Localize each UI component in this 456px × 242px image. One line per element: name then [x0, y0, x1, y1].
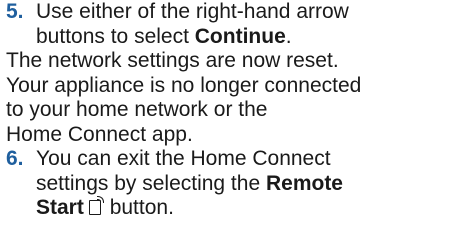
step-6: 6. You can exit the Home Connect setting… [6, 147, 456, 221]
remote-start-label: Remote [265, 171, 343, 195]
paragraph-line-2: Your appliance is no longer connected [6, 73, 362, 97]
remote-start-icon [88, 196, 104, 215]
step-text: settings by selecting the [36, 171, 266, 195]
step-text: buttons to select [36, 24, 195, 48]
step-5: 5. Use either of the right-hand arrow bu… [6, 0, 456, 49]
step-6-line-3: Start button. [36, 196, 456, 221]
remote-start-label: Start [36, 196, 84, 219]
step-text: . [285, 24, 292, 48]
paragraph-line-4: Home Connect app. [6, 122, 193, 146]
step-number: 5. [6, 0, 24, 23]
step-6-line-2: settings by selecting the Remote [36, 172, 456, 197]
reset-info-paragraph: The network settings are now reset. Your… [6, 49, 456, 147]
step-6-line-1: You can exit the Home Connect [36, 147, 456, 172]
step-number: 6. [6, 147, 24, 170]
paragraph-line-3: to your home network or the [6, 98, 268, 121]
continue-label: Continue [194, 24, 286, 48]
step-text: You can exit the Home Connect [36, 147, 331, 170]
instruction-document: 5. Use either of the right-hand arrow bu… [6, 0, 456, 221]
paragraph-line-1: The network settings are now reset. [6, 49, 339, 72]
step-5-line-2: buttons to select Continue. [36, 25, 456, 50]
step-text: button. [103, 196, 174, 219]
step-text: Use either of the right-hand arrow [36, 0, 349, 23]
step-5-line-1: Use either of the right-hand arrow [36, 0, 456, 25]
